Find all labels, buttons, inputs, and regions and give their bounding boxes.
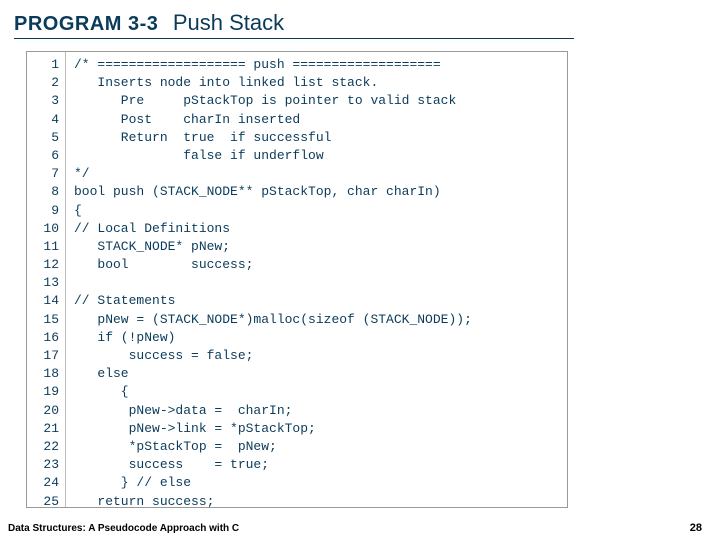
line-number: 11 — [27, 238, 59, 256]
line-number: 13 — [27, 274, 59, 292]
line-number: 18 — [27, 365, 59, 383]
program-title: Push Stack — [173, 10, 284, 36]
code-line: *pStackTop = pNew; — [74, 438, 472, 456]
code-line: /* =================== push ============… — [74, 56, 472, 74]
line-number: 4 — [27, 111, 59, 129]
code-line: false if underflow — [74, 147, 472, 165]
code-line: */ — [74, 165, 472, 183]
code-line: Inserts node into linked list stack. — [74, 74, 472, 92]
line-number: 8 — [27, 183, 59, 201]
line-number: 17 — [27, 347, 59, 365]
code-line: else — [74, 365, 472, 383]
header-rule — [14, 38, 574, 39]
footer-text: Data Structures: A Pseudocode Approach w… — [8, 523, 239, 534]
code-line: pNew = (STACK_NODE*)malloc(sizeof (STACK… — [74, 311, 472, 329]
line-number: 15 — [27, 311, 59, 329]
code-line: if (!pNew) — [74, 329, 472, 347]
program-label: PROGRAM 3-3 — [14, 13, 158, 36]
line-number-gutter: 1234567891011121314151617181920212223242… — [27, 52, 66, 507]
code-line: // Local Definitions — [74, 220, 472, 238]
line-number: 12 — [27, 256, 59, 274]
code-line: { — [74, 383, 472, 401]
line-number: 5 — [27, 129, 59, 147]
code-line: Post charIn inserted — [74, 111, 472, 129]
code-line: STACK_NODE* pNew; — [74, 238, 472, 256]
code-line: pNew->data = charIn; — [74, 402, 472, 420]
line-number: 25 — [27, 493, 59, 509]
line-number: 19 — [27, 383, 59, 401]
code-listing: 1234567891011121314151617181920212223242… — [26, 51, 568, 508]
code-line: pNew->link = *pStackTop; — [74, 420, 472, 438]
line-number: 10 — [27, 220, 59, 238]
line-number: 16 — [27, 329, 59, 347]
code-body: /* =================== push ============… — [66, 52, 472, 507]
line-number: 6 — [27, 147, 59, 165]
code-line — [74, 274, 472, 292]
code-line: bool push (STACK_NODE** pStackTop, char … — [74, 183, 472, 201]
line-number: 14 — [27, 292, 59, 310]
page-number: 28 — [690, 522, 702, 534]
code-line: Pre pStackTop is pointer to valid stack — [74, 92, 472, 110]
code-line: { — [74, 202, 472, 220]
code-line: return success; — [74, 493, 472, 509]
code-line: success = false; — [74, 347, 472, 365]
code-line: Return true if successful — [74, 129, 472, 147]
line-number: 21 — [27, 420, 59, 438]
line-number: 3 — [27, 92, 59, 110]
code-line: bool success; — [74, 256, 472, 274]
slide-header: PROGRAM 3-3 Push Stack — [0, 0, 720, 51]
line-number: 24 — [27, 474, 59, 492]
code-line: } // else — [74, 474, 472, 492]
line-number: 22 — [27, 438, 59, 456]
line-number: 23 — [27, 456, 59, 474]
line-number: 9 — [27, 202, 59, 220]
code-line: success = true; — [74, 456, 472, 474]
code-line: // Statements — [74, 292, 472, 310]
line-number: 7 — [27, 165, 59, 183]
line-number: 20 — [27, 402, 59, 420]
line-number: 1 — [27, 56, 59, 74]
line-number: 2 — [27, 74, 59, 92]
